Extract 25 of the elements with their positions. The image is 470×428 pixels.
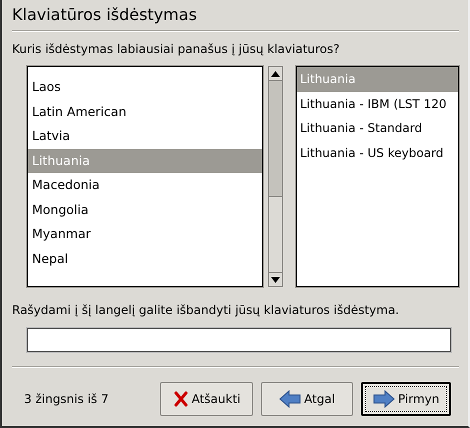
step-counter: 3 žingsnis iš 7: [24, 392, 110, 406]
left-arrow-icon: [279, 390, 302, 408]
scrollbar[interactable]: [268, 66, 283, 287]
layout-item[interactable]: Latin American: [28, 100, 262, 124]
variant-item[interactable]: Lithuania - Standard: [296, 116, 458, 140]
test-input-field[interactable]: [27, 328, 451, 352]
cancel-button[interactable]: Atšaukti: [160, 382, 253, 416]
variant-item[interactable]: Lithuania - IBM (LST 120: [296, 92, 458, 116]
scroll-down-icon[interactable]: [269, 272, 282, 286]
variant-item[interactable]: Lithuania - US keyboard: [296, 140, 458, 165]
question-label: Kuris išdėstymas labiausiai panašus į jūsų klaviaturos?: [12, 42, 341, 58]
x-icon: [172, 391, 189, 407]
right-arrow-icon: [372, 390, 395, 408]
scroll-up-icon[interactable]: [269, 67, 282, 81]
layout-item[interactable]: Nepal: [28, 246, 262, 271]
page-title: Klaviatūros išdėstymas: [12, 4, 198, 26]
layout-item[interactable]: Latvia: [28, 124, 262, 148]
test-label: Rašydami į šį langelį galite išbandyti jūsų klaviaturos išdėstyma.: [12, 303, 400, 319]
layout-item[interactable]: Myanmar: [28, 222, 262, 246]
layout-item[interactable]: Laos: [28, 75, 262, 100]
scroll-thumb[interactable]: [269, 81, 282, 197]
layout-item[interactable]: Mongolia: [28, 198, 262, 222]
layout-item[interactable]: Macedonia: [28, 173, 262, 198]
forward-button[interactable]: Pirmyn: [361, 382, 451, 416]
back-button[interactable]: Atgal: [260, 382, 354, 416]
